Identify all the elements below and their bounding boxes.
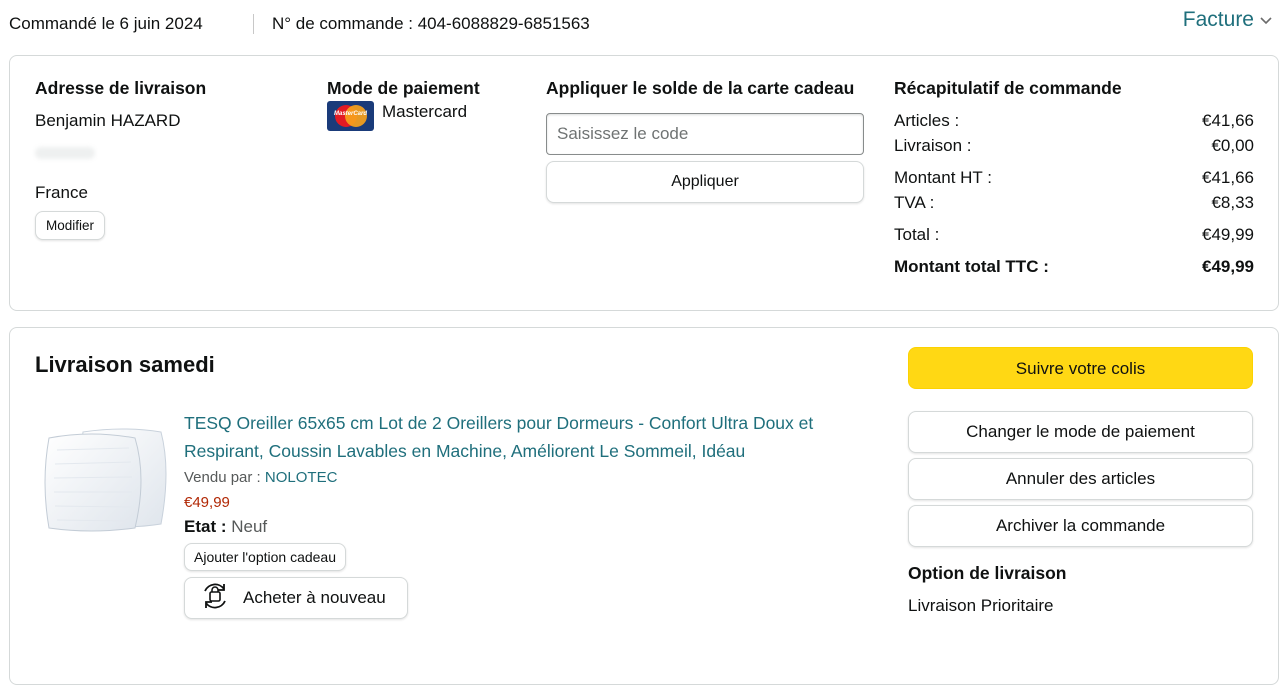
summary-label: Total :: [894, 225, 940, 244]
cancel-items-button[interactable]: Annuler des articles: [908, 458, 1253, 500]
invoice-dropdown[interactable]: Facture: [1183, 8, 1272, 32]
product-title-link[interactable]: TESQ Oreiller 65x65 cm Lot de 2 Oreiller…: [184, 410, 844, 465]
summary-row-grand-total: Montant total TTC : €49,99: [894, 257, 1254, 277]
summary-label: Livraison :: [894, 136, 972, 155]
payment-method-title: Mode de paiement: [327, 78, 480, 98]
delivery-option-title: Option de livraison: [908, 563, 1067, 583]
gift-card-title: Appliquer le solde de la carte cadeau: [546, 78, 855, 98]
order-summary-section: Récapitulatif de commande Articles : €41…: [894, 78, 1254, 277]
shipment-card: Livraison samedi TESQ Oreiller 65x65 cm …: [9, 327, 1279, 685]
buy-again-label: Acheter à nouveau: [243, 588, 386, 607]
recipient-name: Benjamin HAZARD: [35, 111, 181, 130]
mastercard-logo-icon: MasterCard: [327, 101, 374, 131]
order-number: N° de commande : 404-6088829-6851563: [272, 14, 590, 33]
summary-row-vat: TVA : €8,33: [894, 193, 1254, 213]
order-header: Commandé le 6 juin 2024 N° de commande :…: [0, 0, 1280, 50]
summary-value: €0,00: [1211, 136, 1254, 155]
summary-value: €41,66: [1202, 111, 1254, 130]
order-details-card: Adresse de livraison Benjamin HAZARD Fra…: [9, 55, 1279, 311]
summary-row-total: Total : €49,99: [894, 225, 1254, 245]
product-image[interactable]: [43, 420, 168, 535]
chevron-down-icon: [1260, 13, 1272, 28]
summary-row-subtotal-ht: Montant HT : €41,66: [894, 168, 1254, 188]
shipping-address-section: Adresse de livraison Benjamin HAZARD Fra…: [35, 78, 305, 240]
shipment-status-title: Livraison samedi: [35, 352, 215, 377]
edit-address-button[interactable]: Modifier: [35, 211, 106, 240]
summary-row-shipping: Livraison : €0,00: [894, 136, 1254, 156]
redacted-address-line: [35, 147, 95, 159]
gift-card-section: Appliquer le solde de la carte cadeau Ap…: [546, 78, 886, 203]
summary-label: Montant total TTC :: [894, 257, 1049, 276]
sold-by-label: Vendu par :: [184, 469, 261, 486]
order-date: Commandé le 6 juin 2024: [9, 14, 203, 33]
payment-card-label: Mastercard: [382, 102, 468, 121]
seller-info: Vendu par : NOLOTEC: [184, 469, 844, 486]
summary-value: €49,99: [1202, 257, 1254, 276]
header-divider: [253, 14, 254, 34]
product-price: €49,99: [184, 494, 230, 511]
summary-label: Articles :: [894, 111, 960, 130]
shipping-address-title: Adresse de livraison: [35, 78, 207, 98]
summary-value: €41,66: [1202, 168, 1254, 187]
condition-value: Neuf: [231, 517, 268, 536]
summary-value: €49,99: [1202, 225, 1254, 244]
invoice-label: Facture: [1182, 8, 1254, 31]
track-package-button[interactable]: Suivre votre colis: [908, 347, 1253, 389]
summary-row-items: Articles : €41,66: [894, 111, 1254, 131]
payment-method-section: Mode de paiement MasterCard Mastercard: [327, 78, 527, 131]
product-details: TESQ Oreiller 65x65 cm Lot de 2 Oreiller…: [184, 410, 844, 619]
reorder-icon: [197, 581, 233, 616]
summary-value: €8,33: [1211, 193, 1254, 212]
shipment-actions: Suivre votre colis Changer le mode de pa…: [908, 347, 1254, 616]
summary-label: Montant HT :: [894, 168, 992, 187]
seller-link[interactable]: NOLOTEC: [265, 469, 338, 486]
add-gift-option-button[interactable]: Ajouter l'option cadeau: [184, 543, 346, 571]
archive-order-button[interactable]: Archiver la commande: [908, 505, 1253, 547]
order-summary-title: Récapitulatif de commande: [894, 78, 1122, 98]
address-country: France: [35, 183, 88, 202]
product-condition: Etat : Neuf: [184, 517, 844, 537]
buy-again-button[interactable]: Acheter à nouveau: [184, 577, 408, 619]
change-payment-button[interactable]: Changer le mode de paiement: [908, 411, 1253, 453]
apply-gift-card-button[interactable]: Appliquer: [546, 161, 864, 203]
summary-label: TVA :: [894, 193, 935, 212]
condition-label: Etat :: [184, 517, 227, 536]
delivery-option-value: Livraison Prioritaire: [908, 596, 1054, 615]
gift-card-code-input[interactable]: [546, 113, 864, 155]
